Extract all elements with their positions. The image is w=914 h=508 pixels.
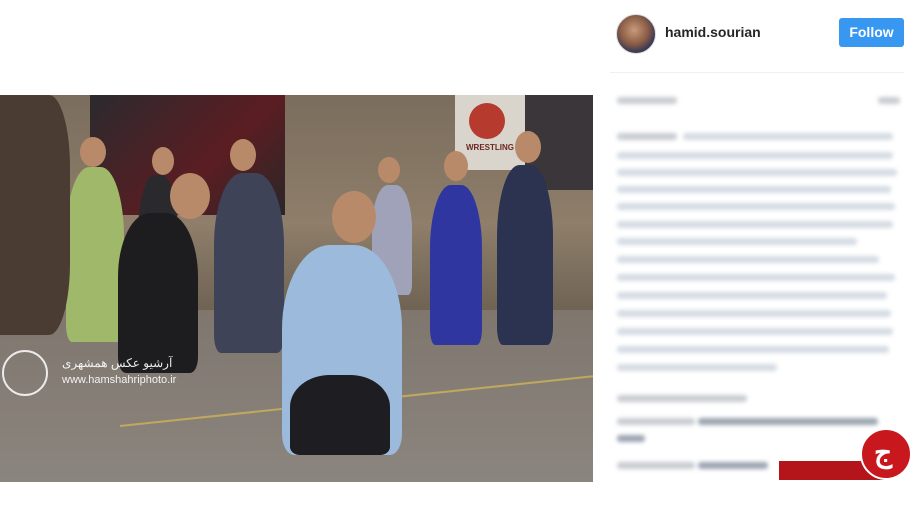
username[interactable]: hamid.sourian [665,24,761,40]
site-logo: باشگاه خبرنگاران ج [779,428,914,508]
post-photo[interactable]: WRESTLING آرشیو عکس همشهری www.hamshahri… [0,95,593,482]
foreground-arm [0,95,70,335]
blurred-text [617,328,893,335]
blurred-text [878,97,900,104]
blurred-text [698,462,768,469]
blurred-text [617,364,777,371]
wrestler-head [230,139,256,171]
blurred-text [698,418,878,425]
blurred-text [617,133,677,140]
blurred-text [683,133,893,140]
photo-watermark: آرشیو عکس همشهری www.hamshahriphoto.ir [0,348,177,400]
header-divider [610,72,904,73]
blurred-text [617,152,893,159]
watermark-line2: www.hamshahriphoto.ir [62,374,177,386]
wrestler-head [80,137,106,167]
wrestler-figure [214,173,284,353]
blurred-text [617,395,747,402]
blurred-text [617,169,897,176]
blurred-text [617,256,879,263]
wrestler-figure [430,185,482,345]
blurred-text [617,310,891,317]
coach-head [170,173,210,219]
blurred-text [617,462,695,469]
site-logo-glyph: ج [874,437,893,468]
watermark-line1: آرشیو عکس همشهری [62,356,173,370]
site-logo-label: باشگاه خبرنگاران [785,497,857,508]
hamid-sourian-shorts [290,375,390,455]
blurred-text [617,274,895,281]
wrestler-figure [497,165,553,345]
blurred-text [617,435,645,442]
wrestler-head [515,131,541,163]
follow-button[interactable]: Follow [839,18,904,47]
post-sidebar: hamid.sourian Follow [593,0,914,482]
blurred-text [617,97,677,104]
blurred-text [617,418,695,425]
blurred-text [617,292,887,299]
wrestler-head [378,157,400,183]
blurred-text [617,186,891,193]
blurred-text [617,203,895,210]
wrestler-head [152,147,174,175]
blurred-text [617,238,857,245]
hamid-sourian-head [332,191,376,243]
avatar[interactable] [616,14,656,54]
blurred-text [617,221,893,228]
wrestler-figure [66,167,124,342]
wrestler-head [444,151,468,181]
wrestling-logo-icon [469,103,505,139]
blurred-text [617,346,889,353]
site-logo-icon: ج [860,428,912,480]
watermark-logo-icon [2,350,48,396]
